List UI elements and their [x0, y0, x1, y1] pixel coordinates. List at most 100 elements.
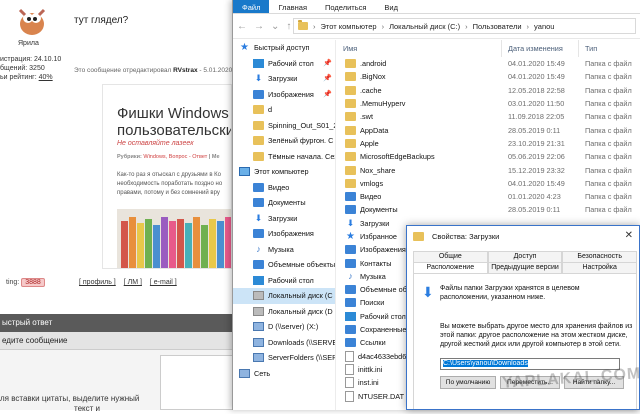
file-row[interactable]: .MemuHyperv 03.01.2020 11:50 Папка с файл: [337, 97, 640, 110]
nav-item[interactable]: ServerFolders (\\SER: [233, 350, 335, 366]
nav-item[interactable]: Изображения 📌: [233, 87, 335, 103]
links-icon: [345, 338, 356, 348]
email-link[interactable]: [ e-mail ]: [150, 279, 177, 286]
close-icon[interactable]: ✕: [625, 230, 633, 241]
file-row[interactable]: MicrosoftEdgeBackups 05.06.2019 22:06 Папк…: [337, 150, 640, 163]
up-arrow-icon[interactable]: ↑: [286, 21, 291, 32]
breadcrumb-drive[interactable]: Локальный диск (C:): [389, 22, 460, 31]
file-name: Документы: [360, 205, 398, 215]
desktop-icon: [253, 58, 264, 68]
nav-item[interactable]: Локальный диск (C: [233, 288, 335, 304]
tab-previous-versions[interactable]: Предыдущие версии: [487, 262, 563, 273]
tab-location[interactable]: Расположение: [413, 262, 488, 273]
nav-item[interactable]: ⬇ Загрузки 📌: [233, 71, 335, 87]
file-row[interactable]: Apple 23.10.2019 21:31 Папка с файл: [337, 137, 640, 150]
file-type: Папка с файл: [585, 59, 632, 69]
file-row[interactable]: vmlogs 04.01.2020 15:49 Папка с файл: [337, 177, 640, 190]
nav-item[interactable]: ★ Быстрый доступ: [233, 40, 335, 56]
file-row[interactable]: Документы 28.05.2019 0:11 Папка с файл: [337, 203, 640, 216]
documents-icon: [253, 198, 264, 208]
tab-security[interactable]: Безопасность: [562, 251, 638, 262]
nav-item[interactable]: ♪ Музыка: [233, 242, 335, 258]
nav-item[interactable]: Видео: [233, 180, 335, 196]
file-name: Загрузки: [360, 218, 390, 228]
file-row[interactable]: .cache 12.05.2018 22:58 Папка с файл: [337, 84, 640, 97]
nav-item[interactable]: d: [233, 102, 335, 118]
breadcrumb-user[interactable]: yanou: [534, 22, 554, 31]
file-row[interactable]: .BigNox 04.01.2020 15:49 Папка с файл: [337, 70, 640, 83]
file-type: Папка с файл: [585, 138, 632, 148]
file-name-cell: Видео: [337, 192, 502, 202]
file-row[interactable]: AppData 28.05.2019 0:11 Папка с файл: [337, 123, 640, 136]
nav-item[interactable]: Объемные объекты: [233, 257, 335, 273]
nav-item[interactable]: ⬇ Загрузки: [233, 211, 335, 227]
file-name-cell: .swt: [337, 112, 502, 122]
file-name: Ссылки: [360, 338, 386, 348]
file-name: Nox_share: [360, 165, 396, 175]
article-category: Рубрики: Windows, Вопрос - Ответ | Ме: [117, 154, 220, 160]
pin-icon[interactable]: 📌: [323, 90, 332, 98]
location-path-input[interactable]: C:\Users\yanou\Downloads: [440, 358, 620, 370]
reply-textbox[interactable]: [160, 355, 235, 410]
location-description: Вы можете выбрать другое место для хране…: [440, 323, 633, 348]
tab-share[interactable]: Поделиться: [316, 0, 375, 13]
tab-file[interactable]: Файл: [233, 0, 270, 13]
tab-general[interactable]: Общие: [413, 251, 488, 262]
pin-icon[interactable]: 📌: [323, 59, 332, 67]
star-icon: ★: [346, 232, 355, 241]
chevron-down-icon[interactable]: ⌄: [271, 21, 279, 32]
back-arrow-icon[interactable]: ←: [237, 21, 247, 32]
pin-icon[interactable]: 📌: [323, 74, 332, 82]
restore-default-button[interactable]: По умолчанию: [440, 376, 496, 389]
nav-item[interactable]: Рабочий стол 📌: [233, 56, 335, 72]
file-row[interactable]: .android 04.01.2020 15:49 Папка с файл: [337, 57, 640, 70]
profile-link[interactable]: [ профиль ]: [79, 279, 116, 286]
chevron-right-icon[interactable]: ›: [465, 22, 468, 31]
nav-item[interactable]: Локальный диск (D: [233, 304, 335, 320]
tab-sharing[interactable]: Доступ: [487, 251, 563, 262]
breadcrumb-users[interactable]: Пользователи: [473, 22, 522, 31]
nav-item[interactable]: Изображения: [233, 226, 335, 242]
file-name: Рабочий стол: [360, 311, 406, 321]
find-folder-button[interactable]: Найти папку...: [564, 376, 624, 389]
nav-item[interactable]: Рабочий стол: [233, 273, 335, 289]
move-button[interactable]: Переместить...: [500, 376, 560, 389]
pictures-icon: [345, 245, 356, 255]
nav-item[interactable]: Downloads (\\SERVE: [233, 335, 335, 351]
file-name: .BigNox: [360, 72, 386, 82]
file-row[interactable]: .swt 11.09.2018 22:05 Папка с файл: [337, 110, 640, 123]
tab-view[interactable]: Вид: [375, 0, 407, 13]
tab-home[interactable]: Главная: [269, 0, 316, 13]
nav-item[interactable]: Spinning_Out_S01_2: [233, 118, 335, 134]
chevron-right-icon[interactable]: ›: [382, 22, 385, 31]
nav-item[interactable]: Этот компьютер: [233, 164, 335, 180]
nav-item[interactable]: Сеть: [233, 366, 335, 382]
column-date[interactable]: Дата изменения: [502, 40, 579, 57]
pm-link[interactable]: [ ЛМ ]: [124, 279, 142, 286]
breadcrumb-computer[interactable]: Этот компьютер: [321, 22, 377, 31]
article-preview[interactable]: Фишки Windows пользовательски Не оставля…: [102, 84, 232, 269]
forward-arrow-icon[interactable]: →: [254, 21, 264, 32]
nav-item[interactable]: Документы: [233, 195, 335, 211]
saved-games-icon: [345, 325, 356, 335]
drive-icon: [253, 306, 264, 316]
file-name: vmlogs: [360, 178, 384, 188]
chevron-right-icon[interactable]: ›: [313, 22, 316, 31]
file-name: .swt: [360, 112, 373, 122]
tab-customize[interactable]: Настройка: [562, 262, 638, 273]
chevron-right-icon[interactable]: ›: [527, 22, 530, 31]
file-row[interactable]: Видео 01.01.2020 4:23 Папка с файл: [337, 190, 640, 203]
nav-item[interactable]: Тёмные начала. Сез: [233, 149, 335, 165]
nav-item-label: Сеть: [254, 368, 271, 378]
file-row[interactable]: Nox_share 15.12.2019 23:32 Папка с файл: [337, 163, 640, 176]
nav-item[interactable]: D (\\server) (X:): [233, 319, 335, 335]
file-type: Папка с файл: [585, 125, 632, 135]
rating-badge[interactable]: 3888: [21, 278, 45, 287]
column-name[interactable]: Имя: [337, 40, 502, 57]
address-bar[interactable]: › Этот компьютер › Локальный диск (C:) ›…: [293, 18, 636, 34]
folder-icon: [345, 165, 356, 175]
column-type[interactable]: Тип: [579, 40, 640, 57]
nav-item[interactable]: Зелёный фургон. С: [233, 133, 335, 149]
file-name: inst.ini: [358, 378, 379, 388]
username[interactable]: Ярила: [18, 40, 39, 47]
